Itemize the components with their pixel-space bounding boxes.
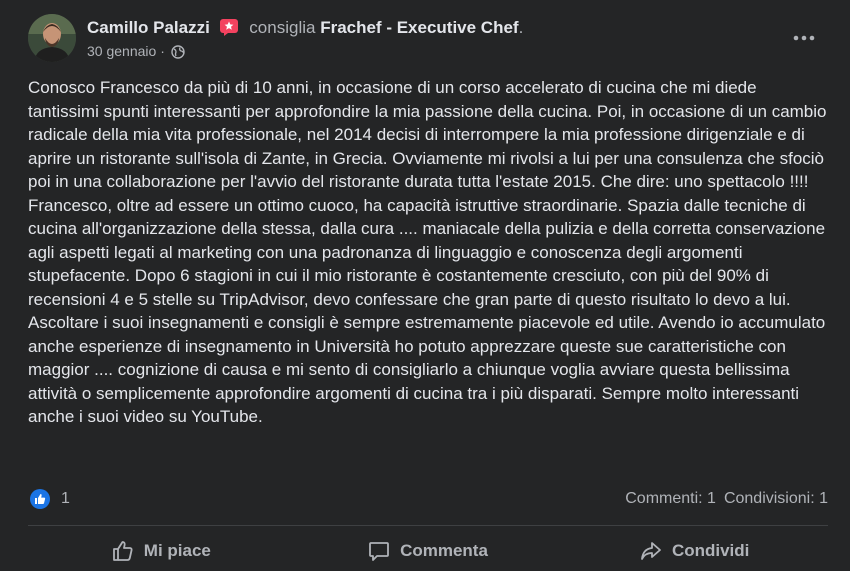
avatar[interactable] (28, 14, 76, 62)
author-name[interactable]: Camillo Palazzi (87, 18, 210, 37)
date-separator: · (160, 43, 165, 59)
recommendation-post: Camillo Palazzi consiglia Frachef - Exec… (0, 0, 850, 571)
like-button-label: Mi piace (143, 541, 211, 560)
post-stats: 1 Commenti: 1 Condivisioni: 1 (28, 486, 828, 514)
engagement-counts: Commenti: 1 Condivisioni: 1 (625, 490, 828, 508)
post-date[interactable]: 30 gennaio (87, 43, 156, 59)
more-options-button[interactable] (786, 26, 822, 50)
recommends-badge-icon (219, 18, 239, 41)
globe-icon (171, 45, 185, 63)
shares-count[interactable]: Condivisioni: 1 (724, 490, 828, 507)
comment-button[interactable]: Commenta (295, 532, 562, 570)
comments-count[interactable]: Commenti: 1 (625, 490, 716, 507)
post-meta: 30 gennaio · (87, 42, 185, 63)
post-header: Camillo Palazzi consiglia Frachef - Exec… (28, 14, 828, 64)
recommends-verb: consiglia (249, 18, 316, 37)
more-options-icon (793, 35, 815, 41)
post-title-line: Camillo Palazzi consiglia Frachef - Exec… (87, 18, 523, 41)
avatar-image (28, 14, 76, 62)
page-name-link[interactable]: Frachef - Executive Chef (320, 18, 518, 37)
share-button-label: Condividi (671, 541, 750, 560)
like-button[interactable]: Mi piace (28, 532, 295, 570)
post-body-text: Conosco Francesco da più di 10 anni, in … (28, 78, 827, 426)
actions-divider (28, 525, 828, 526)
share-button[interactable]: Condividi (561, 532, 828, 570)
share-arrow-icon (641, 542, 661, 560)
comment-button-label: Commenta (400, 541, 488, 560)
page-name-suffix: . (518, 18, 524, 37)
comment-icon (369, 542, 389, 561)
thumbs-up-icon (112, 541, 133, 561)
like-count[interactable]: 1 (61, 490, 70, 508)
post-actions: Mi piace Commenta Condividi (28, 532, 828, 570)
like-reaction-icon[interactable] (30, 489, 50, 509)
